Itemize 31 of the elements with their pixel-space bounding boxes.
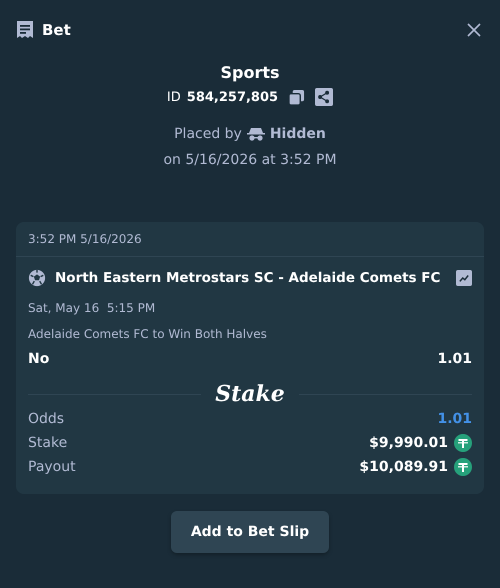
username: Hidden (270, 126, 326, 142)
placed-date: on 5/16/2026 at 3:52 PM (163, 152, 337, 168)
total-label: Payout (28, 459, 76, 475)
add-to-bet-slip-button[interactable]: Add to Bet Slip (170, 511, 330, 553)
trend-chart-icon (459, 273, 469, 283)
receipt-icon (16, 20, 34, 40)
bet-category: Sports (220, 63, 280, 82)
total-label: Stake (28, 435, 68, 451)
soccer-ball-icon (28, 269, 46, 287)
tether-coin-icon (454, 458, 472, 476)
event-start-time: Sat, May 16 5:15 PM (28, 301, 156, 315)
amount-value: $9,990.01 (369, 435, 448, 451)
outcome-odds: 1.01 (437, 351, 472, 367)
id-label: ID (166, 90, 181, 104)
odds-value: 1.01 (437, 411, 472, 427)
bet-id: 584,257,805 (186, 90, 278, 104)
brand-logo: Stake (215, 381, 285, 407)
bet-timestamp: 3:52 PM 5/16/2026 (16, 222, 484, 257)
incognito-icon (246, 127, 265, 141)
stats-button[interactable] (456, 270, 472, 286)
outcome-name: No (28, 351, 50, 367)
tether-coin-icon (454, 434, 472, 452)
share-button[interactable] (315, 88, 334, 106)
placed-by-label: Placed by (174, 126, 242, 142)
close-button[interactable] (466, 22, 482, 38)
event-name[interactable]: North Eastern Metrostars SC - Adelaide Comets FC (55, 270, 447, 286)
market-name: Adelaide Comets FC to Win Both Halves (28, 327, 268, 341)
copy-button[interactable] (288, 88, 306, 106)
amount-value: $10,089.91 (359, 459, 448, 475)
dialog-title: Bet (42, 21, 72, 39)
total-label: Odds (28, 411, 64, 427)
